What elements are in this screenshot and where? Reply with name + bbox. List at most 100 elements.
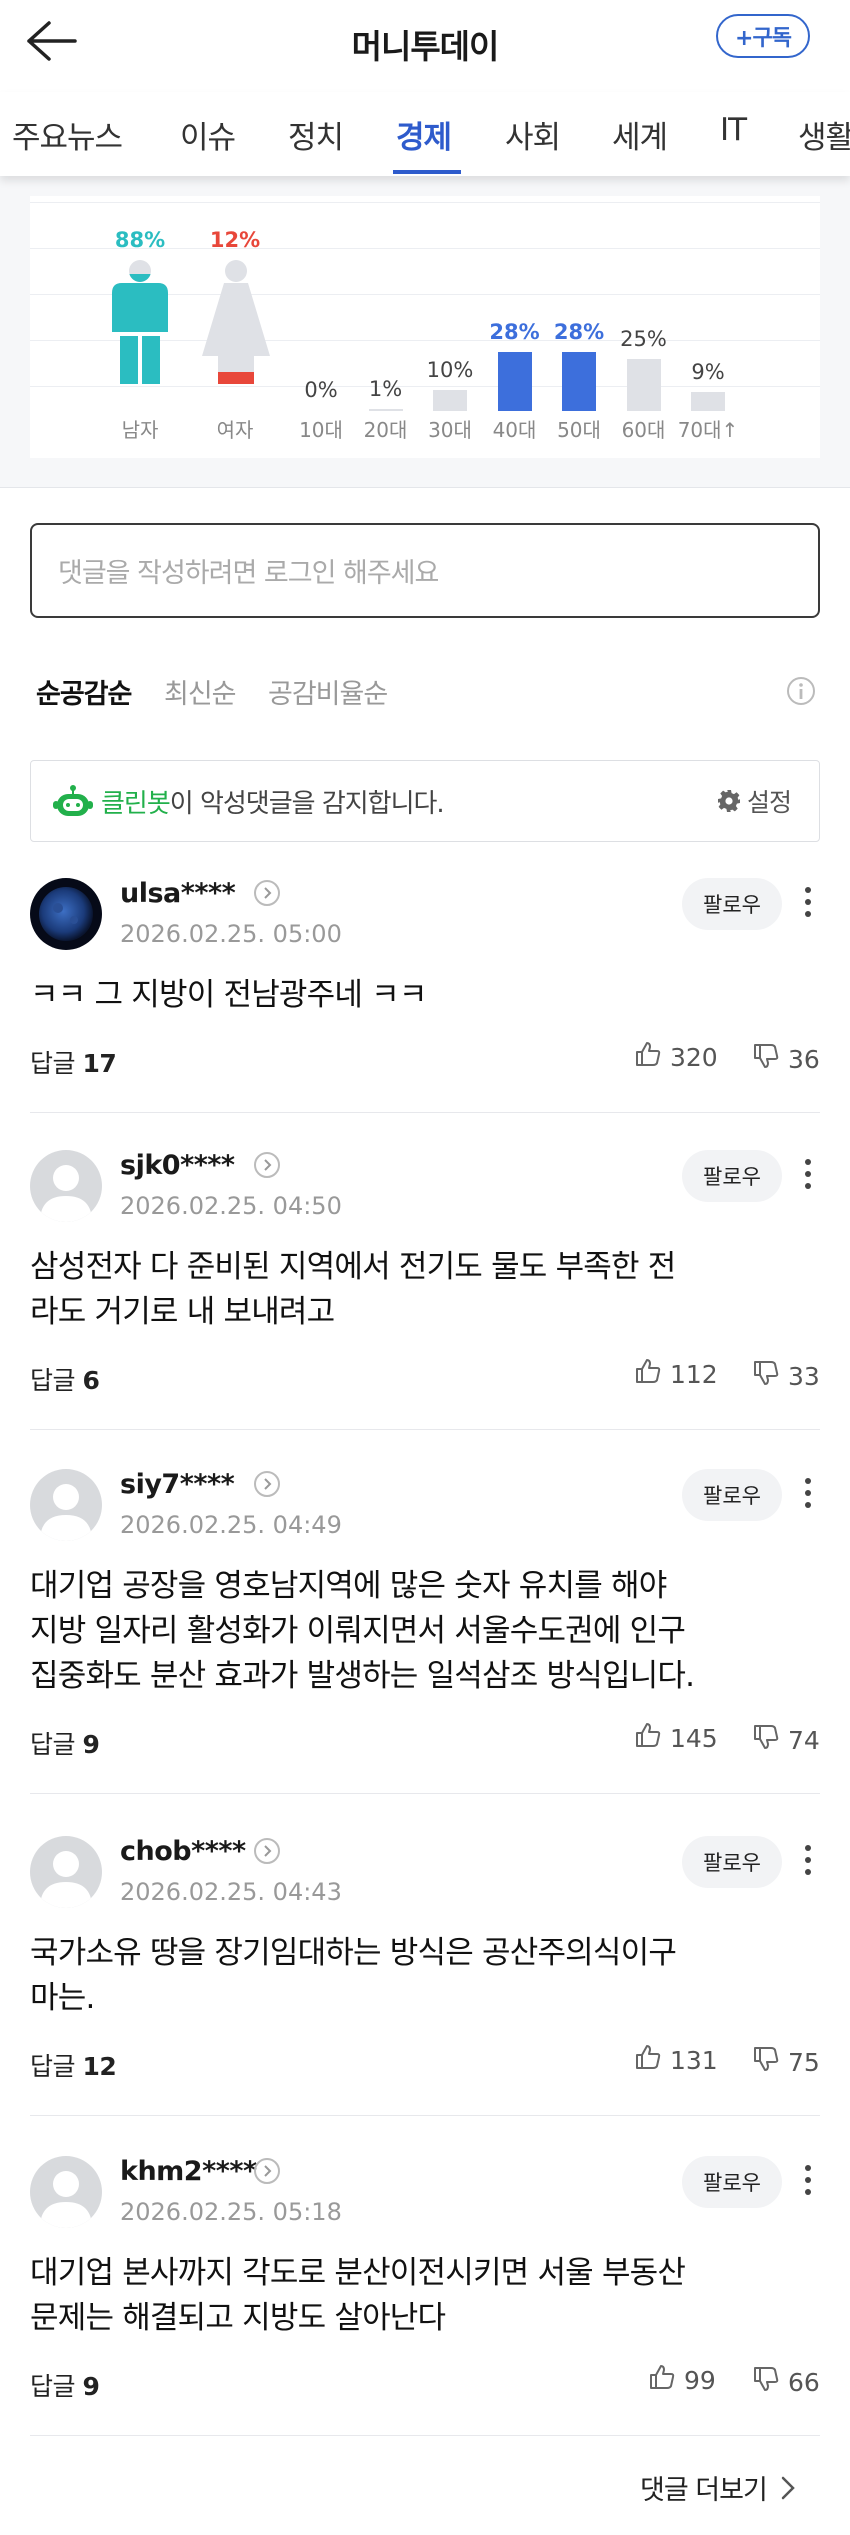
like-button[interactable]: 320	[634, 1040, 718, 1074]
tab-economy[interactable]: 경제	[396, 112, 452, 157]
sort-by-likes[interactable]: 순공감순	[36, 672, 132, 711]
stats-chart: 88% 12% 남자 여자 0% 10대 1% 20대 10% 30대 28% 40대 28% 5…	[30, 196, 820, 458]
tab-society[interactable]: 사회	[505, 112, 561, 157]
settings-button[interactable]: 설정	[717, 783, 792, 819]
comment-text: 문제는 해결되고 지방도 살아난다	[30, 2300, 446, 2336]
sort-by-ratio[interactable]: 공감비율순	[268, 672, 388, 711]
comment-text: 마는.	[30, 1980, 95, 2016]
avatar[interactable]	[30, 1836, 102, 1908]
like-button[interactable]: 145	[634, 1721, 718, 1755]
male-label: 남자	[121, 418, 159, 442]
cleanbot-message-text: 이 악성댓글을 감지합니다.	[169, 789, 445, 819]
reply-button[interactable]: 답글 9	[30, 1725, 100, 1761]
comment-text: 국가소유 땅을 장기임대하는 방식은 공산주의식이구	[30, 1935, 677, 1971]
thumbs-up-icon	[634, 1721, 662, 1755]
more-comments-button[interactable]: 댓글 더보기	[640, 2468, 795, 2507]
male-percent: 88%	[114, 228, 166, 252]
reply-button[interactable]: 답글 6	[30, 1361, 100, 1397]
tab-world[interactable]: 세계	[612, 112, 668, 157]
reply-button[interactable]: 답글 9	[30, 2367, 100, 2403]
comment-username[interactable]: sjk0****	[120, 1150, 235, 1181]
chevron-right-icon[interactable]	[254, 1152, 280, 1178]
follow-button[interactable]: 팔로우	[682, 1469, 782, 1521]
comment-text: ㅋㅋ 그 지방이 전남광주네 ㅋㅋ	[30, 977, 427, 1013]
more-options-icon[interactable]	[796, 1842, 820, 1882]
cleanbot-banner: 클린봇이 악성댓글을 감지합니다. 설정	[30, 760, 820, 842]
follow-button[interactable]: 팔로우	[682, 878, 782, 930]
like-button[interactable]: 112	[634, 1357, 718, 1391]
age-label: 70대↑	[677, 418, 739, 442]
chevron-right-icon[interactable]	[254, 1471, 280, 1497]
thumbs-up-icon	[634, 1357, 662, 1391]
male-icon	[112, 260, 168, 384]
comment-text: 삼성전자 다 준비된 지역에서 전기도 물도 부족한 전	[30, 1249, 676, 1285]
more-options-icon[interactable]	[796, 884, 820, 924]
dislike-button[interactable]: 66	[752, 2365, 820, 2399]
comment-input[interactable]: 댓글을 작성하려면 로그인 해주세요	[30, 523, 820, 618]
more-comments-label: 댓글 더보기	[640, 2475, 768, 2506]
category-tabs: 주요뉴스 이슈 정치 경제 사회 세계 IT 생활	[0, 92, 850, 176]
dislike-button[interactable]: 74	[752, 1723, 820, 1757]
tab-issue[interactable]: 이슈	[180, 112, 236, 157]
dislike-button[interactable]: 33	[752, 1359, 820, 1393]
comment-date: 2026.02.25. 04:49	[120, 1511, 342, 1539]
reply-label: 답글	[30, 1049, 76, 1078]
avatar[interactable]	[30, 1469, 102, 1541]
comment-date: 2026.02.25. 04:43	[120, 1878, 342, 1906]
thumbs-up-icon	[648, 2363, 676, 2397]
avatar[interactable]	[30, 2156, 102, 2228]
chevron-right-icon[interactable]	[254, 880, 280, 906]
follow-button[interactable]: 팔로우	[682, 1150, 782, 1202]
age-percent: 10%	[426, 358, 474, 382]
info-icon[interactable]	[786, 676, 816, 706]
comment-username[interactable]: ulsa****	[120, 878, 236, 909]
tab-life[interactable]: 생활	[798, 112, 850, 157]
sort-by-latest[interactable]: 최신순	[164, 672, 237, 711]
comment-divider	[30, 2435, 820, 2436]
female-icon	[202, 260, 270, 384]
reply-count: 9	[82, 1730, 100, 1759]
dislike-count: 66	[788, 2367, 820, 2397]
more-options-icon[interactable]	[796, 1475, 820, 1515]
dislike-button[interactable]: 75	[752, 2045, 820, 2079]
tab-it[interactable]: IT	[720, 112, 747, 148]
age-percent: 1%	[368, 376, 403, 401]
reply-button[interactable]: 답글 17	[30, 1044, 117, 1080]
comment-username[interactable]: chob****	[120, 1836, 246, 1867]
age-bar	[433, 390, 467, 411]
subscribe-button[interactable]: +구독	[716, 14, 810, 58]
more-options-icon[interactable]	[796, 2162, 820, 2202]
like-button[interactable]: 99	[648, 2363, 716, 2397]
like-count: 320	[670, 1042, 718, 1072]
chevron-right-icon[interactable]	[254, 1838, 280, 1864]
avatar[interactable]	[30, 878, 102, 950]
female-percent: 12%	[209, 228, 261, 252]
tab-main-news[interactable]: 주요뉴스	[12, 112, 123, 157]
reply-label: 답글	[30, 1366, 76, 1395]
chevron-right-icon[interactable]	[254, 2158, 280, 2184]
age-label: 20대	[363, 418, 408, 442]
reply-count: 9	[82, 2372, 100, 2401]
age-label: 50대	[557, 418, 601, 442]
follow-button[interactable]: 팔로우	[682, 1836, 782, 1888]
cleanbot-message: 클린봇이 악성댓글을 감지합니다.	[101, 783, 445, 820]
age-label: 40대	[492, 418, 537, 442]
age-label: 60대	[621, 418, 666, 442]
age-percent: 28%	[489, 320, 540, 345]
tab-politics[interactable]: 정치	[288, 112, 344, 157]
female-label: 여자	[216, 418, 254, 442]
comment-username[interactable]: siy7****	[120, 1469, 235, 1500]
age-bar	[497, 352, 532, 411]
reply-button[interactable]: 답글 12	[30, 2047, 117, 2083]
more-options-icon[interactable]	[796, 1156, 820, 1196]
comment-username[interactable]: khm2****	[120, 2156, 257, 2187]
comment-text: 집중화도 분산 효과가 발생하는 일석삼조 방식입니다.	[30, 1658, 695, 1694]
age-distribution: 0% 10대 1% 20대 10% 30대 28% 40대 28% 50대 25% 60대 9% 70대↑	[299, 196, 800, 458]
follow-button[interactable]: 팔로우	[682, 2156, 782, 2208]
age-bar	[626, 358, 661, 411]
thumbs-down-icon	[752, 2365, 780, 2399]
dislike-button[interactable]: 36	[752, 1042, 820, 1076]
avatar[interactable]	[30, 1150, 102, 1222]
like-count: 145	[670, 1723, 718, 1753]
like-button[interactable]: 131	[634, 2043, 718, 2077]
